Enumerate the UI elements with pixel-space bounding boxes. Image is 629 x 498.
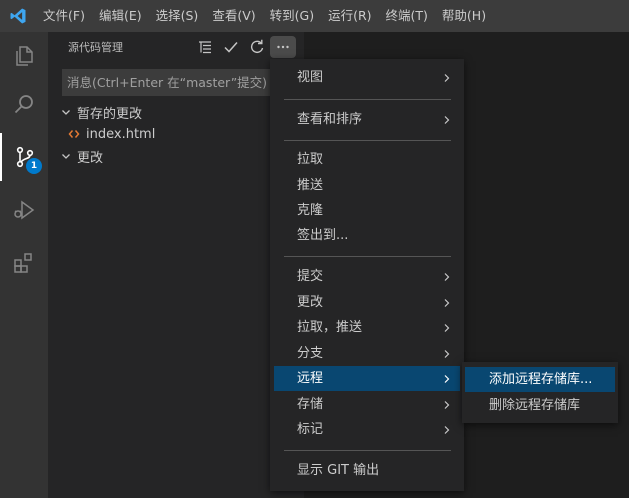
submenu-item-label: 删除远程存储库 — [489, 398, 581, 413]
chevron-right-icon — [444, 272, 450, 281]
chevron-right-icon — [444, 298, 450, 307]
menu-item-label: 更改 — [297, 295, 324, 310]
remote-submenu: 添加远程存储库... 删除远程存储库 — [462, 362, 618, 423]
menu-item-label: 克隆 — [297, 203, 324, 218]
menu-item-view[interactable]: 视图 — [274, 65, 460, 90]
source-control-button[interactable]: 1 — [0, 133, 48, 181]
submenu-item-add-remote[interactable]: 添加远程存储库... — [465, 367, 615, 392]
chevron-right-icon — [444, 73, 450, 82]
list-tree-icon — [199, 41, 211, 54]
menu-separator — [284, 99, 451, 100]
extensions-icon — [14, 253, 32, 273]
checkmark-icon — [224, 42, 238, 53]
sidebar-title: 源代码管理 — [68, 41, 123, 54]
html-file-icon — [68, 130, 80, 138]
staged-file-row[interactable]: index.html — [48, 123, 304, 145]
chevron-down-icon — [62, 154, 70, 159]
chevron-right-icon — [444, 425, 450, 434]
menu-item-label: 拉取 — [297, 152, 324, 167]
menu-item-label: 签出到... — [297, 228, 349, 243]
menu-item-changes[interactable]: 更改 — [274, 290, 460, 315]
staged-changes-group[interactable]: 暂存的更改 — [48, 101, 304, 123]
chevron-right-icon — [444, 374, 450, 383]
menu-view[interactable]: 查看(V) — [205, 0, 262, 32]
menu-item-clone[interactable]: 克隆 — [274, 198, 460, 223]
menu-item-checkout[interactable]: 签出到... — [274, 223, 460, 248]
staged-changes-label: 暂存的更改 — [77, 106, 143, 122]
more-actions-button[interactable] — [270, 36, 296, 58]
menu-item-commit[interactable]: 提交 — [274, 264, 460, 289]
changes-label: 更改 — [77, 150, 104, 166]
menu-separator — [284, 256, 451, 257]
menu-separator — [284, 450, 451, 451]
chevron-down-icon — [62, 110, 70, 115]
menu-run[interactable]: 运行(R) — [321, 0, 378, 32]
changes-count-badge: 1 — [26, 158, 42, 174]
menu-item-remote[interactable]: 远程 — [274, 366, 460, 391]
menu-item-label: 显示 GIT 输出 — [297, 463, 380, 478]
chevron-right-icon — [444, 323, 450, 332]
commit-message-input[interactable]: 消息(Ctrl+Enter 在“master”提交) — [62, 69, 270, 96]
menu-bar: 文件(F) 编辑(E) 选择(S) 查看(V) 转到(G) 运行(R) 终端(T… — [36, 0, 493, 32]
menu-item-label: 视图 — [297, 70, 324, 85]
explorer-button[interactable] — [0, 32, 48, 80]
menu-item-label: 查看和排序 — [297, 112, 363, 127]
menu-item-branch[interactable]: 分支 — [274, 341, 460, 366]
menu-item-label: 推送 — [297, 178, 324, 193]
menu-file[interactable]: 文件(F) — [36, 0, 92, 32]
search-icon — [14, 95, 33, 114]
menu-item-label: 拉取，推送 — [297, 320, 363, 335]
refresh-button[interactable] — [244, 36, 270, 58]
refresh-icon — [250, 39, 264, 54]
menu-item-label: 存储 — [297, 397, 324, 412]
view-as-tree-button[interactable] — [192, 36, 218, 58]
sidebar-header: 源代码管理 — [48, 32, 304, 64]
menu-help[interactable]: 帮助(H) — [435, 0, 493, 32]
activity-bar: 1 — [0, 32, 48, 498]
sidebar-actions — [192, 36, 296, 58]
run-debug-icon — [14, 200, 35, 220]
commit-button[interactable] — [218, 36, 244, 58]
files-icon — [16, 46, 33, 66]
title-bar: 文件(F) 编辑(E) 选择(S) 查看(V) 转到(G) 运行(R) 终端(T… — [0, 0, 629, 32]
menu-item-stash[interactable]: 存储 — [274, 392, 460, 417]
submenu-item-label: 添加远程存储库... — [489, 372, 593, 387]
menu-selection[interactable]: 选择(S) — [149, 0, 206, 32]
menu-terminal[interactable]: 终端(T) — [379, 0, 435, 32]
run-debug-button[interactable] — [0, 186, 48, 234]
chevron-right-icon — [444, 400, 450, 409]
menu-item-label: 标记 — [297, 422, 324, 437]
menu-item-pull-push[interactable]: 拉取，推送 — [274, 315, 460, 340]
more-actions-menu: 视图 查看和排序 拉取 推送 克隆 签出到... 提交 更改 拉取，推送 分支 … — [270, 59, 464, 491]
chevron-right-icon — [444, 115, 450, 124]
menu-item-label: 提交 — [297, 269, 324, 284]
staged-file-name: index.html — [86, 126, 156, 142]
search-button[interactable] — [0, 80, 48, 128]
menu-item-push[interactable]: 推送 — [274, 173, 460, 198]
menu-item-show-git-output[interactable]: 显示 GIT 输出 — [274, 458, 460, 483]
changes-group[interactable]: 更改 — [48, 145, 304, 167]
ellipsis-icon — [277, 45, 289, 49]
submenu-item-remove-remote[interactable]: 删除远程存储库 — [465, 393, 615, 418]
menu-item-view-sort[interactable]: 查看和排序 — [274, 107, 460, 132]
menu-go[interactable]: 转到(G) — [263, 0, 321, 32]
chevron-right-icon — [444, 349, 450, 358]
menu-edit[interactable]: 编辑(E) — [92, 0, 149, 32]
menu-item-label: 远程 — [297, 371, 324, 386]
extensions-button[interactable] — [0, 239, 48, 287]
menu-item-tags[interactable]: 标记 — [274, 417, 460, 442]
source-control-sidebar: 源代码管理 消息(Ctrl+Enter 在“master”提交) 暂存的更改 i… — [48, 32, 304, 498]
menu-separator — [284, 140, 451, 141]
menu-item-pull[interactable]: 拉取 — [274, 147, 460, 172]
menu-item-label: 分支 — [297, 346, 324, 361]
vscode-logo-icon — [0, 0, 36, 32]
